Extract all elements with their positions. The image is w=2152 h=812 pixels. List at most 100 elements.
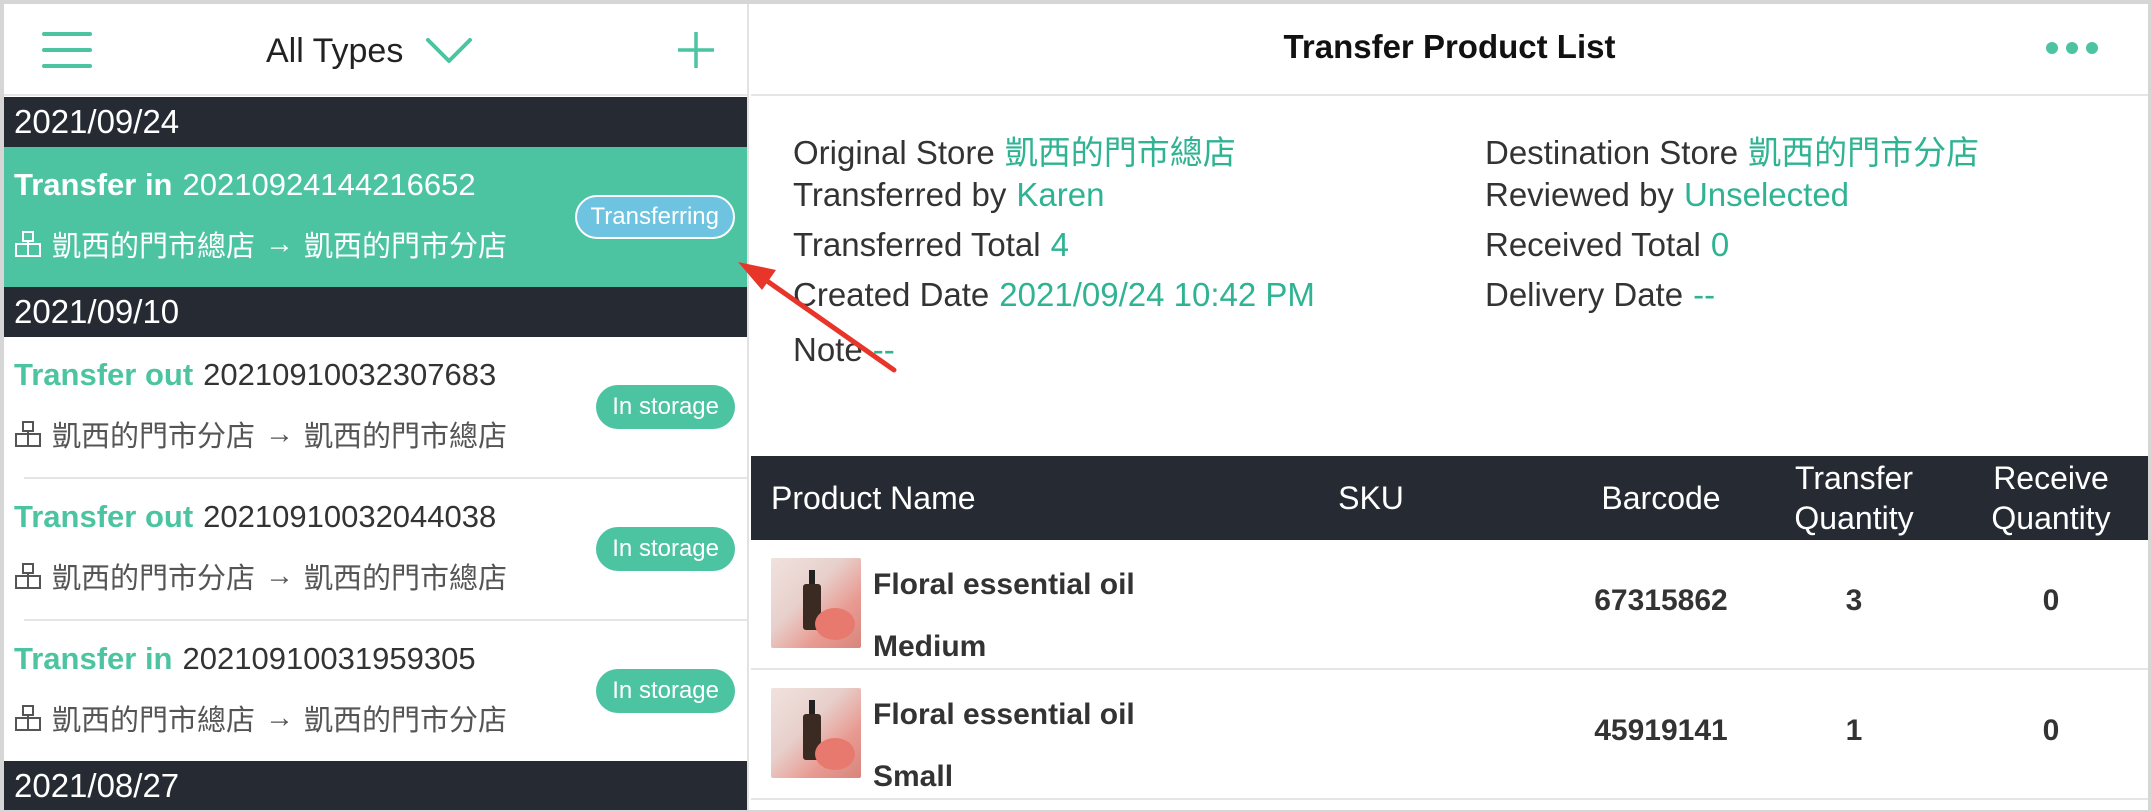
- destination-store-label: Destination Store: [1485, 134, 1739, 171]
- product-barcode: 45919141: [1594, 714, 1728, 747]
- to-store: 凱西的門市分店: [304, 231, 508, 263]
- product-variant: Small: [873, 760, 954, 793]
- more-options-icon[interactable]: [2046, 42, 2098, 54]
- route-arrow: →: [265, 701, 295, 734]
- original-store-label: Original Store: [793, 134, 995, 171]
- route-arrow: →: [265, 227, 295, 260]
- transfer-number: 20210910032307683: [203, 357, 497, 392]
- status-badge: In storage: [596, 527, 735, 571]
- to-store: 凱西的門市總店: [304, 421, 508, 453]
- transfer-kind: Transfer out: [14, 357, 194, 392]
- product-transfer-quantity: 3: [1845, 584, 1863, 617]
- created-date-value: 2021/09/24 10:42 PM: [999, 276, 1315, 313]
- transfer-kind: Transfer in: [14, 641, 173, 676]
- transfer-number: 20210910032044038: [203, 499, 497, 534]
- delivery-date-field: Delivery Date --: [1485, 276, 1715, 314]
- reviewed-by-field[interactable]: Reviewed by Unselected: [1485, 176, 1849, 214]
- to-store: 凱西的門市總店: [304, 563, 508, 595]
- created-date-label: Created Date: [793, 276, 990, 313]
- transfer-kind: Transfer in: [14, 167, 173, 202]
- store-icon: [15, 563, 41, 589]
- transferred-total-label: Transferred Total: [793, 226, 1041, 263]
- delivery-date-label: Delivery Date: [1485, 276, 1684, 313]
- app-window: All Types 2021/09/24 Transfer in 20210924…: [4, 4, 2148, 810]
- received-total-label: Received Total: [1485, 226, 1701, 263]
- product-table-header: Product Name SKU Barcode Transfer Quantit…: [751, 456, 2148, 540]
- received-total-field: Received Total 0: [1485, 226, 1729, 264]
- product-name-cell: Floral essential oil Medium: [873, 554, 1135, 678]
- date-group-header: 2021/09/10: [4, 287, 747, 337]
- store-icon: [15, 421, 41, 447]
- transfer-route: 凱西的門市分店 → 凱西的門市總店: [14, 413, 507, 455]
- col-transfer-quantity-line1: Transfer: [1795, 460, 1913, 496]
- note-field: Note --: [793, 331, 895, 369]
- col-receive-quantity-line2: Quantity: [1991, 500, 2111, 536]
- created-date-field: Created Date 2021/09/24 10:42 PM: [793, 276, 1315, 314]
- from-store: 凱西的門市總店: [52, 231, 256, 263]
- transfer-number: 20210924144216652: [182, 167, 476, 202]
- to-store: 凱西的門市分店: [304, 705, 508, 737]
- page-title: Transfer Product List: [1283, 28, 1616, 65]
- date-group-header: 2021/09/24: [4, 97, 747, 147]
- store-icon: [15, 705, 41, 731]
- from-store: 凱西的門市分店: [52, 563, 256, 595]
- transfer-row-selected[interactable]: Transfer in 20210924144216652 凱西的門市總店 → 凱…: [4, 147, 747, 287]
- product-name-cell: Floral essential oil Small: [873, 684, 1135, 808]
- date-group-header: 2021/08/27: [4, 761, 747, 810]
- transfer-title: Transfer out 20210910032307683: [14, 357, 496, 393]
- product-thumbnail: [771, 688, 861, 778]
- reviewed-by-value[interactable]: Unselected: [1684, 176, 1849, 213]
- transfer-kind: Transfer out: [14, 499, 194, 534]
- type-filter-dropdown[interactable]: All Types: [266, 26, 473, 76]
- transfer-row[interactable]: Transfer out 20210910032044038 凱西的門市分店 → …: [4, 479, 747, 619]
- product-row[interactable]: Floral essential oil Medium 67315862 3 0: [751, 540, 2148, 670]
- status-badge: In storage: [596, 669, 735, 713]
- transfer-row[interactable]: Transfer out 20210910032307683 凱西的門市分店 → …: [4, 337, 747, 477]
- product-receive-quantity: 0: [2042, 714, 2060, 747]
- received-total-value: 0: [1710, 226, 1730, 263]
- col-product-name: Product Name: [771, 480, 976, 516]
- col-receive-quantity-line1: Receive: [1993, 460, 2109, 496]
- transfer-route: 凱西的門市總店 → 凱西的門市分店: [14, 697, 507, 739]
- transfer-list-pane: All Types 2021/09/24 Transfer in 20210924…: [4, 4, 749, 810]
- add-transfer-icon[interactable]: [674, 28, 718, 72]
- transfer-title: Transfer in 20210910031959305: [14, 641, 476, 677]
- status-badge: Transferring: [574, 195, 735, 239]
- detail-toolbar: Transfer Product List: [751, 4, 2148, 96]
- store-icon: [15, 231, 41, 257]
- transfer-title: Transfer in 20210924144216652: [14, 167, 476, 203]
- from-store: 凱西的門市分店: [52, 421, 256, 453]
- col-receive-quantity: Receive Quantity: [1956, 458, 2146, 538]
- reviewed-by-label: Reviewed by: [1485, 176, 1674, 213]
- hamburger-menu-icon[interactable]: [42, 32, 92, 68]
- note-value: --: [872, 331, 895, 368]
- product-row[interactable]: Floral essential oil Small 45919141 1 0: [751, 670, 2148, 800]
- product-receive-quantity: 0: [2042, 584, 2060, 617]
- original-store-value: 凱西的門市總店: [1004, 134, 1236, 171]
- product-name: Floral essential oil: [873, 698, 1135, 731]
- transfer-title: Transfer out 20210910032044038: [14, 499, 496, 535]
- product-name: Floral essential oil: [873, 568, 1135, 601]
- transfer-detail-pane: Transfer Product List Original Store 凱西的門…: [751, 4, 2148, 810]
- transferred-by-label: Transferred by: [793, 176, 1007, 213]
- type-filter-label: All Types: [266, 31, 404, 70]
- transfer-route: 凱西的門市總店 → 凱西的門市分店: [14, 223, 507, 265]
- delivery-date-value: --: [1693, 276, 1716, 313]
- original-store-field: Original Store 凱西的門市總店: [793, 126, 1236, 174]
- destination-store-value: 凱西的門市分店: [1748, 134, 1980, 171]
- col-transfer-quantity-line2: Quantity: [1794, 500, 1914, 536]
- transferred-by-field: Transferred by Karen: [793, 176, 1104, 214]
- transfer-route: 凱西的門市分店 → 凱西的門市總店: [14, 555, 507, 597]
- transferred-total-field: Transferred Total 4: [793, 226, 1069, 264]
- status-badge: In storage: [596, 385, 735, 429]
- transfer-number: 20210910031959305: [182, 641, 476, 676]
- product-variant: Medium: [873, 630, 987, 663]
- route-arrow: →: [265, 417, 295, 450]
- transferred-by-value: Karen: [1016, 176, 1105, 213]
- col-sku: SKU: [1338, 480, 1404, 516]
- col-transfer-quantity: Transfer Quantity: [1759, 458, 1949, 538]
- from-store: 凱西的門市總店: [52, 705, 256, 737]
- route-arrow: →: [265, 559, 295, 592]
- note-label: Note: [793, 331, 863, 368]
- transfer-row[interactable]: Transfer in 20210910031959305 凱西的門市總店 → 凱…: [4, 621, 747, 761]
